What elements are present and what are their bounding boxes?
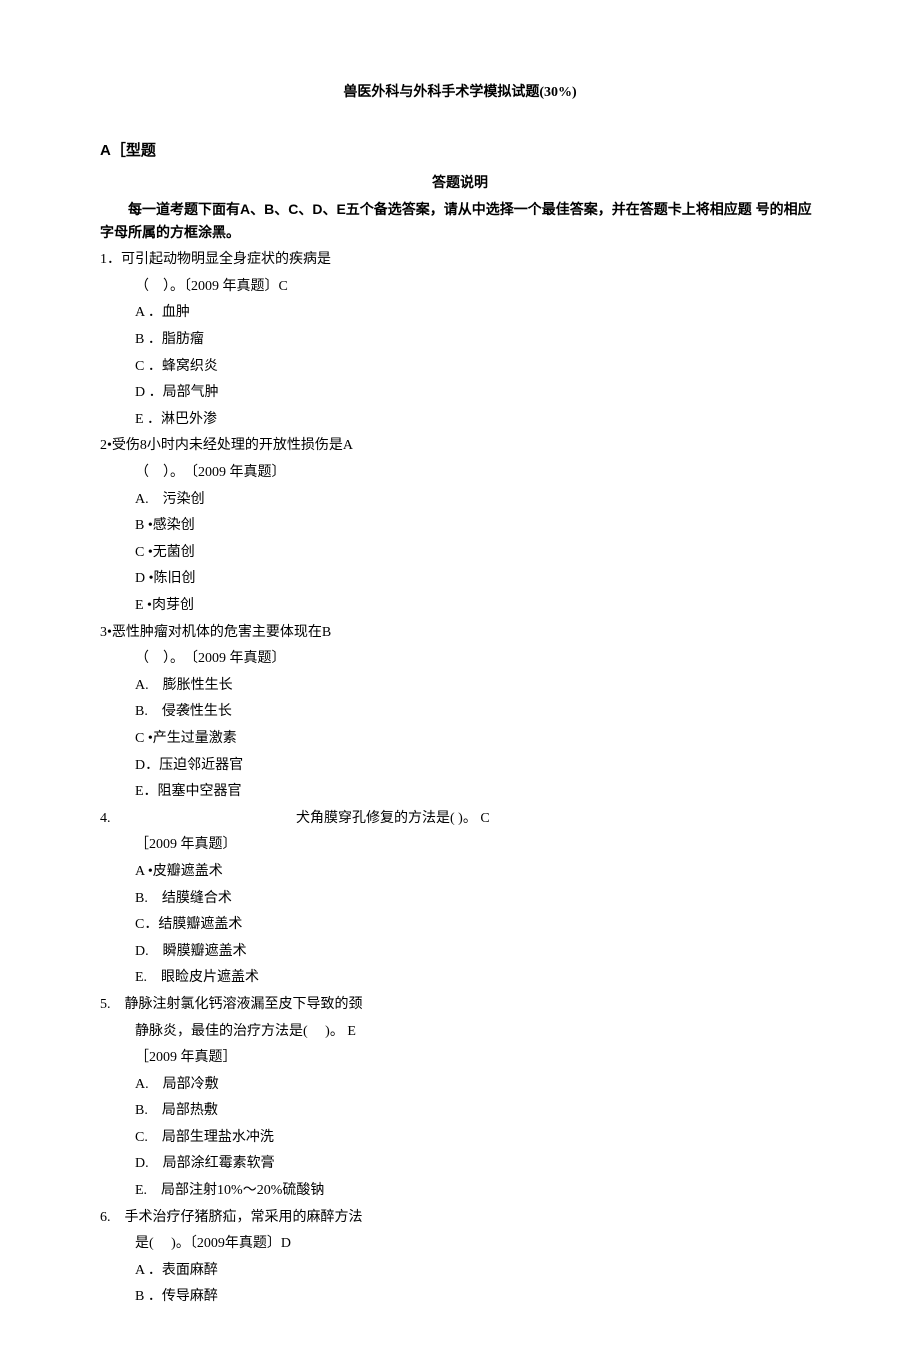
question-source: ［2009 年真题〕 (100, 832, 820, 859)
question-sub: 是( )。〔2009年真题〕D (100, 1231, 820, 1258)
option-e: E. 局部注射10%〜20%硫酸钠 (100, 1178, 820, 1205)
question-number: 4. (100, 806, 296, 833)
option-e: E．阻塞中空器官 (100, 779, 820, 806)
question-3: 3•恶性肿瘤对机体的危害主要体现在B （ ）。 〔2009 年真题〕 A. 膨胀… (100, 620, 820, 806)
instructions-header: 答题说明 (100, 169, 820, 196)
option-a: A •皮瓣遮盖术 (100, 859, 820, 886)
option-b: B ．脂肪瘤 (100, 327, 820, 354)
option-b: B. 侵袭性生长 (100, 699, 820, 726)
option-e: E. 眼睑皮片遮盖术 (100, 965, 820, 992)
question-stem: 2•受伤8小时内未经处理的开放性损伤是A (100, 433, 820, 460)
option-c: C •无菌创 (100, 540, 820, 567)
option-c: C. 局部生理盐水冲洗 (100, 1125, 820, 1152)
option-d: D ．局部气肿 (100, 380, 820, 407)
question-source: ［2009 年真题］ (100, 1045, 820, 1072)
question-stem: 1．可引起动物明显全身症状的疾病是 (100, 247, 820, 274)
option-c: C ．蜂窝织炎 (100, 354, 820, 381)
option-a: A ．血肿 (100, 300, 820, 327)
option-d: D. 局部涂红霉素软膏 (100, 1151, 820, 1178)
question-blank: （ ）。〔2009 年真题〕C (100, 274, 820, 301)
question-blank: （ ）。 〔2009 年真题〕 (100, 460, 820, 487)
option-b: B •感染创 (100, 513, 820, 540)
question-stem: 5. 静脉注射氯化钙溶液漏至皮下导致的颈 (100, 992, 820, 1019)
option-a: A. 局部冷敷 (100, 1072, 820, 1099)
option-a: A. 膨胀性生长 (100, 673, 820, 700)
question-1: 1．可引起动物明显全身症状的疾病是 （ ）。〔2009 年真题〕C A ．血肿 … (100, 247, 820, 433)
option-d: D •陈旧创 (100, 566, 820, 593)
question-stem-row: 4. 犬角膜穿孔修复的方法是( )。 C (100, 806, 820, 833)
question-4: 4. 犬角膜穿孔修复的方法是( )。 C ［2009 年真题〕 A •皮瓣遮盖术… (100, 806, 820, 992)
question-5: 5. 静脉注射氯化钙溶液漏至皮下导致的颈 静脉炎，最佳的治疗方法是( )。 E … (100, 992, 820, 1205)
question-stem: 犬角膜穿孔修复的方法是( )。 C (296, 806, 490, 833)
option-b: B. 结膜缝合术 (100, 886, 820, 913)
section-header: A［型题 (100, 137, 820, 166)
instructions: 每一道考题下面有A、B、C、D、E五个备选答案，请从中选择一个最佳答案，并在答题… (100, 198, 820, 246)
option-d: D．压迫邻近器官 (100, 753, 820, 780)
question-sub: 静脉炎，最佳的治疗方法是( )。 E (100, 1019, 820, 1046)
question-stem: 6. 手术治疗仔猪脐疝，常采用的麻醉方法 (100, 1205, 820, 1232)
option-b: B ．传导麻醉 (100, 1284, 820, 1311)
option-a: A ．表面麻醉 (100, 1258, 820, 1285)
option-e: E •肉芽创 (100, 593, 820, 620)
option-b: B. 局部热敷 (100, 1098, 820, 1125)
question-2: 2•受伤8小时内未经处理的开放性损伤是A （ ）。 〔2009 年真题〕 A. … (100, 433, 820, 619)
option-c: C •产生过量激素 (100, 726, 820, 753)
question-blank: （ ）。 〔2009 年真题〕 (100, 646, 820, 673)
question-6: 6. 手术治疗仔猪脐疝，常采用的麻醉方法 是( )。〔2009年真题〕D A ．… (100, 1205, 820, 1311)
option-d: D. 瞬膜瓣遮盖术 (100, 939, 820, 966)
question-stem: 3•恶性肿瘤对机体的危害主要体现在B (100, 620, 820, 647)
option-a: A. 污染创 (100, 487, 820, 514)
option-c: C．结膜瓣遮盖术 (100, 912, 820, 939)
page-title: 兽医外科与外科手术学模拟试题(30%) (100, 80, 820, 107)
option-e: E ．淋巴外渗 (100, 407, 820, 434)
